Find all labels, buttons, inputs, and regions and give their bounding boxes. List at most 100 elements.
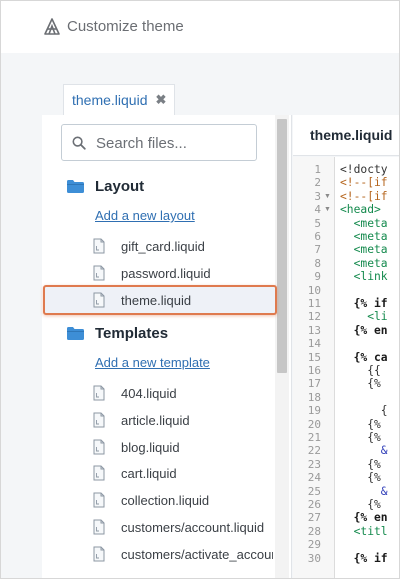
- file-icon: [93, 492, 105, 508]
- add-layout-link[interactable]: Add a new layout: [95, 208, 195, 223]
- line-number: 4: [314, 203, 321, 217]
- scrollbar-thumb[interactable]: [277, 119, 287, 373]
- code-line: {% ca: [340, 350, 388, 364]
- file-icon: [93, 465, 105, 481]
- line-number: 7: [314, 243, 321, 257]
- line-number: 9: [314, 270, 321, 284]
- line-number: 20: [307, 417, 321, 431]
- fold-arrow-icon[interactable]: ▼: [324, 190, 331, 203]
- fold-arrow-icon[interactable]: ▼: [324, 203, 331, 216]
- line-gutter: 1 2 3 ▼ 4 ▼ 5 6 7 8 9 10 11 12 13 14 15 16 17 18 19 20 21 22 23 2…: [293, 157, 335, 578]
- code-line: <meta: [340, 243, 388, 257]
- line-number: 30: [307, 551, 321, 565]
- code-line: <head>: [340, 203, 381, 217]
- line-number: 16: [307, 364, 321, 377]
- section-templates[interactable]: Templates: [67, 323, 168, 343]
- code-line: {%: [340, 377, 381, 391]
- code-editor[interactable]: 1 2 3 ▼ 4 ▼ 5 6 7 8 9 10 11 12 13 14 15 16 17 18 19 20 21 22 23 2…: [293, 157, 399, 578]
- line-number: 23: [307, 457, 321, 471]
- code-line: &: [340, 484, 388, 498]
- folder-icon: [67, 179, 84, 193]
- line-number: 10: [307, 283, 321, 297]
- folder-icon: [67, 326, 84, 340]
- file-item[interactable]: 404.liquid: [93, 384, 177, 402]
- code-line: <meta: [340, 256, 388, 270]
- search-box[interactable]: [61, 124, 257, 161]
- file-item[interactable]: article.liquid: [93, 411, 190, 429]
- code-line: {: [340, 404, 388, 418]
- code-line: <meta: [340, 216, 388, 230]
- code-line: {%: [340, 431, 381, 444]
- code-line: <meta: [340, 230, 388, 243]
- line-number: 27: [307, 511, 321, 525]
- file-icon: [93, 439, 105, 455]
- line-number: 2: [314, 176, 321, 190]
- line-number: 15: [307, 350, 321, 364]
- line-number: 14: [307, 337, 321, 351]
- file-icon: [93, 519, 105, 535]
- line-number: 8: [314, 256, 321, 270]
- code-line: <link: [340, 270, 388, 284]
- section-layout[interactable]: Layout: [67, 176, 144, 196]
- tab-theme-liquid[interactable]: theme.liquid ✖: [63, 84, 175, 115]
- file-icon: [93, 412, 105, 428]
- line-number: 21: [307, 431, 321, 444]
- line-number: 5: [314, 216, 321, 230]
- line-number: 22: [307, 444, 321, 458]
- search-icon: [72, 136, 86, 150]
- line-number: 26: [307, 498, 321, 511]
- add-template-link[interactable]: Add a new template: [95, 355, 210, 370]
- file-item[interactable]: customers/account.liquid: [93, 518, 264, 536]
- editor-header: theme.liquid: [293, 115, 399, 156]
- code-line: {% if: [340, 297, 388, 310]
- app-title: Customize theme: [67, 18, 184, 35]
- section-title: Layout: [95, 177, 145, 195]
- code-line: {%: [340, 498, 381, 511]
- sidebar-scrollbar[interactable]: [275, 115, 289, 578]
- line-number: 28: [307, 524, 321, 538]
- code-line: {{: [340, 364, 381, 377]
- close-icon[interactable]: ✖: [156, 92, 167, 108]
- file-icon: [93, 385, 105, 401]
- code-line: {% en: [340, 323, 388, 337]
- line-number: 11: [307, 297, 321, 310]
- code-line: &: [340, 444, 388, 458]
- section-title: Templates: [95, 324, 169, 342]
- file-item[interactable]: cart.liquid: [93, 464, 177, 482]
- code-line: <!--[if: [340, 176, 388, 190]
- file-icon: [93, 292, 105, 308]
- editor-title: theme.liquid: [310, 127, 393, 143]
- line-number: 13: [307, 323, 321, 337]
- file-item[interactable]: password.liquid: [93, 264, 211, 282]
- file-item[interactable]: collection.liquid: [93, 491, 209, 509]
- file-item[interactable]: gift_card.liquid: [93, 237, 205, 255]
- file-icon: [93, 546, 105, 562]
- file-item[interactable]: blog.liquid: [93, 438, 180, 456]
- file-item-selected[interactable]: theme.liquid: [93, 291, 191, 309]
- line-number: 1: [314, 163, 321, 176]
- line-number: 18: [307, 390, 321, 404]
- line-number: 29: [307, 538, 321, 552]
- code-line: <!docty: [340, 163, 388, 176]
- shopify-logo-icon: [44, 18, 60, 35]
- line-number: 19: [307, 404, 321, 418]
- line-number: 6: [314, 230, 321, 243]
- code-line: <titl: [340, 524, 388, 538]
- line-number: 25: [307, 484, 321, 498]
- code-line: {%: [340, 471, 381, 485]
- code-line: {%: [340, 417, 381, 431]
- file-icon: [93, 265, 105, 281]
- file-icon: [93, 238, 105, 254]
- file-item[interactable]: customers/activate_accour: [93, 545, 273, 563]
- code-line: {%: [340, 457, 381, 471]
- code-line: {% en: [340, 511, 388, 525]
- line-number: 17: [307, 377, 321, 391]
- code-line: {% if: [340, 551, 388, 565]
- tab-label: theme.liquid: [72, 92, 148, 108]
- top-bar: Customize theme: [1, 1, 399, 53]
- search-input[interactable]: [96, 133, 246, 153]
- line-number: 12: [307, 310, 321, 324]
- code-line: <!--[if: [340, 189, 388, 203]
- line-number: 3: [314, 189, 321, 203]
- app-window: Customize theme theme.liquid ✖ Layout Ad…: [0, 0, 400, 579]
